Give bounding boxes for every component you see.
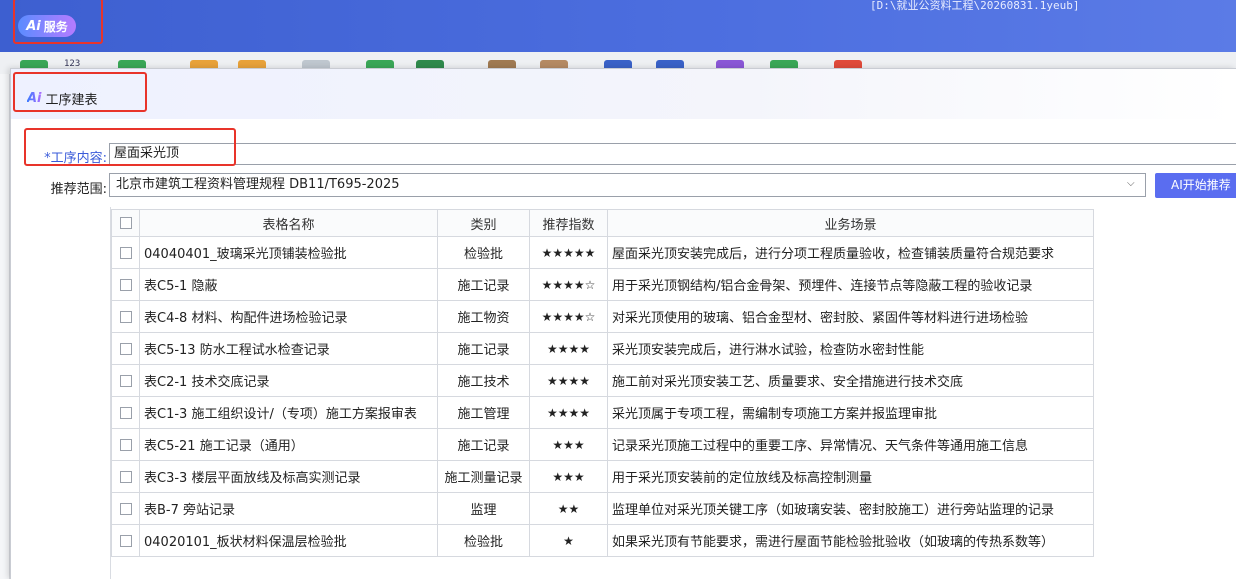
row-type: 施工记录 bbox=[437, 268, 530, 301]
row-type: 施工记录 bbox=[437, 332, 530, 365]
row-select-cell bbox=[111, 492, 140, 525]
recommendation-table: 表格名称 类别 推荐指数 业务场景 04040401_玻璃采光顶铺装检验批 检验… bbox=[111, 209, 1094, 557]
ai-service-label: 服务 bbox=[43, 19, 68, 34]
row-type: 施工物资 bbox=[437, 300, 530, 333]
row-scene: 如果采光顶有节能要求，需进行屋面节能检验批验收（如玻璃的传热系数等） bbox=[607, 524, 1094, 557]
row-type: 检验批 bbox=[437, 524, 530, 557]
row-type: 施工管理 bbox=[437, 396, 530, 429]
row-name: 表C5-13 防水工程试水检查记录 bbox=[139, 332, 438, 365]
table-row[interactable]: 表B-7 旁站记录 监理 ★★ 监理单位对采光顶关键工序（如玻璃安装、密封胶施工… bbox=[111, 492, 1094, 525]
scope-select[interactable]: 北京市建筑工程资料管理规程 DB11/T695-2025 ⌵ bbox=[109, 173, 1146, 197]
table-row[interactable]: 04040401_玻璃采光顶铺装检验批 检验批 ★★★★★ 屋面采光顶安装完成后… bbox=[111, 236, 1094, 269]
row-scene: 记录采光顶施工过程中的重要工序、异常情况、天气条件等通用施工信息 bbox=[607, 428, 1094, 461]
row-select-cell bbox=[111, 332, 140, 365]
row-select-cell bbox=[111, 268, 140, 301]
row-select-cell bbox=[111, 300, 140, 333]
dialog-header: Ai 工序建表 bbox=[11, 69, 1236, 119]
dialog-title: Ai 工序建表 bbox=[27, 89, 98, 108]
row-scene: 采光顶安装完成后，进行淋水试验，检查防水密封性能 bbox=[607, 332, 1094, 365]
dialog-title-text: 工序建表 bbox=[45, 93, 98, 108]
row-name: 表C4-8 材料、构配件进场检验记录 bbox=[139, 300, 438, 333]
row-scene: 监理单位对采光顶关键工序（如玻璃安装、密封胶施工）进行旁站监理的记录 bbox=[607, 492, 1094, 525]
row-select-cell bbox=[111, 364, 140, 397]
ai-logo-icon: Ai bbox=[26, 18, 41, 34]
row-checkbox[interactable] bbox=[119, 502, 132, 515]
row-select-cell bbox=[111, 396, 140, 429]
row-checkbox[interactable] bbox=[119, 470, 132, 483]
row-name: 表B-7 旁站记录 bbox=[139, 492, 438, 525]
table-row[interactable]: 表C4-8 材料、构配件进场检验记录 施工物资 ★★★★☆ 对采光顶使用的玻璃、… bbox=[111, 300, 1094, 333]
row-scene: 用于采光顶安装前的定位放线及标高控制测量 bbox=[607, 460, 1094, 493]
row-type: 施工测量记录 bbox=[437, 460, 530, 493]
row-rating: ★★★★ bbox=[529, 396, 608, 429]
row-name: 表C5-21 施工记录（通用） bbox=[139, 428, 438, 461]
row-type: 检验批 bbox=[437, 236, 530, 269]
row-name: 04020101_板状材料保温层检验批 bbox=[139, 524, 438, 557]
row-select-cell bbox=[111, 428, 140, 461]
ai-recommend-button[interactable]: AI开始推荐 bbox=[1155, 173, 1236, 198]
row-checkbox[interactable] bbox=[119, 406, 132, 419]
row-name: 表C3-3 楼层平面放线及标高实测记录 bbox=[139, 460, 438, 493]
table-row[interactable]: 表C2-1 技术交底记录 施工技术 ★★★★ 施工前对采光顶安装工艺、质量要求、… bbox=[111, 364, 1094, 397]
row-rating: ★★★★ bbox=[529, 332, 608, 365]
row-scene: 施工前对采光顶安装工艺、质量要求、安全措施进行技术交底 bbox=[607, 364, 1094, 397]
select-all-header bbox=[111, 209, 140, 237]
row-scene: 对采光顶使用的玻璃、铝合金型材、密封胶、紧固件等材料进行进场检验 bbox=[607, 300, 1094, 333]
row-rating: ★★★★ bbox=[529, 364, 608, 397]
row-rating: ★★★ bbox=[529, 428, 608, 461]
scope-value: 北京市建筑工程资料管理规程 DB11/T695-2025 bbox=[116, 177, 400, 192]
row-rating: ★★ bbox=[529, 492, 608, 525]
row-checkbox[interactable] bbox=[119, 374, 132, 387]
row-checkbox[interactable] bbox=[119, 310, 132, 323]
background-window-edge bbox=[0, 74, 10, 579]
table-row[interactable]: 表C3-3 楼层平面放线及标高实测记录 施工测量记录 ★★★ 用于采光顶安装前的… bbox=[111, 460, 1094, 493]
row-name: 04040401_玻璃采光顶铺装检验批 bbox=[139, 236, 438, 269]
header-name[interactable]: 表格名称 bbox=[139, 209, 438, 237]
ai-service-button[interactable]: Ai 服务 bbox=[18, 15, 76, 37]
row-name: 表C1-3 施工组织设计/（专项）施工方案报审表 bbox=[139, 396, 438, 429]
process-table-dialog: Ai 工序建表 *工序内容: 屋面采光顶 推荐范围: 北京市建筑工程资料管理规程… bbox=[10, 68, 1236, 579]
scope-label: 推荐范围: bbox=[50, 182, 107, 197]
row-checkbox[interactable] bbox=[119, 438, 132, 451]
content-label: *工序内容: bbox=[44, 151, 107, 166]
row-rating: ★★★★☆ bbox=[529, 268, 608, 301]
row-rating: ★★★ bbox=[529, 460, 608, 493]
row-checkbox[interactable] bbox=[119, 534, 132, 547]
row-rating: ★ bbox=[529, 524, 608, 557]
table-header-row: 表格名称 类别 推荐指数 业务场景 bbox=[111, 209, 1094, 237]
row-scene: 用于采光顶钢结构/铝合金骨架、预埋件、连接节点等隐蔽工程的验收记录 bbox=[607, 268, 1094, 301]
title-bar: Ai 服务 [D:\就业公资料工程\20260831.1yeub] bbox=[0, 0, 1236, 52]
row-select-cell bbox=[111, 460, 140, 493]
row-checkbox[interactable] bbox=[119, 342, 132, 355]
row-select-cell bbox=[111, 236, 140, 269]
row-type: 监理 bbox=[437, 492, 530, 525]
chevron-down-icon[interactable]: ⌵ bbox=[1127, 178, 1139, 190]
row-checkbox[interactable] bbox=[119, 278, 132, 291]
row-rating: ★★★★☆ bbox=[529, 300, 608, 333]
row-name: 表C5-1 隐蔽 bbox=[139, 268, 438, 301]
row-scene: 屋面采光顶安装完成后，进行分项工程质量验收，检查铺装质量符合规范要求 bbox=[607, 236, 1094, 269]
header-scene[interactable]: 业务场景 bbox=[607, 209, 1094, 237]
row-name: 表C2-1 技术交底记录 bbox=[139, 364, 438, 397]
row-select-cell bbox=[111, 524, 140, 557]
table-row[interactable]: 表C5-13 防水工程试水检查记录 施工记录 ★★★★ 采光顶安装完成后，进行淋… bbox=[111, 332, 1094, 365]
table-row[interactable]: 表C5-1 隐蔽 施工记录 ★★★★☆ 用于采光顶钢结构/铝合金骨架、预埋件、连… bbox=[111, 268, 1094, 301]
row-type: 施工记录 bbox=[437, 428, 530, 461]
header-type[interactable]: 类别 bbox=[437, 209, 530, 237]
table-row[interactable]: 04020101_板状材料保温层检验批 检验批 ★ 如果采光顶有节能要求，需进行… bbox=[111, 524, 1094, 557]
row-checkbox[interactable] bbox=[119, 246, 132, 259]
ai-logo-icon: Ai bbox=[27, 91, 42, 106]
table-row[interactable]: 表C5-21 施工记录（通用） 施工记录 ★★★ 记录采光顶施工过程中的重要工序… bbox=[111, 428, 1094, 461]
row-rating: ★★★★★ bbox=[529, 236, 608, 269]
row-scene: 采光顶属于专项工程，需编制专项施工方案并报监理审批 bbox=[607, 396, 1094, 429]
project-path: [D:\就业公资料工程\20260831.1yeub] bbox=[870, 0, 1080, 12]
select-all-checkbox[interactable] bbox=[119, 217, 132, 229]
table-row[interactable]: 表C1-3 施工组织设计/（专项）施工方案报审表 施工管理 ★★★★ 采光顶属于… bbox=[111, 396, 1094, 429]
row-type: 施工技术 bbox=[437, 364, 530, 397]
content-input[interactable]: 屋面采光顶 bbox=[109, 143, 1236, 165]
header-rating[interactable]: 推荐指数 bbox=[529, 209, 608, 237]
